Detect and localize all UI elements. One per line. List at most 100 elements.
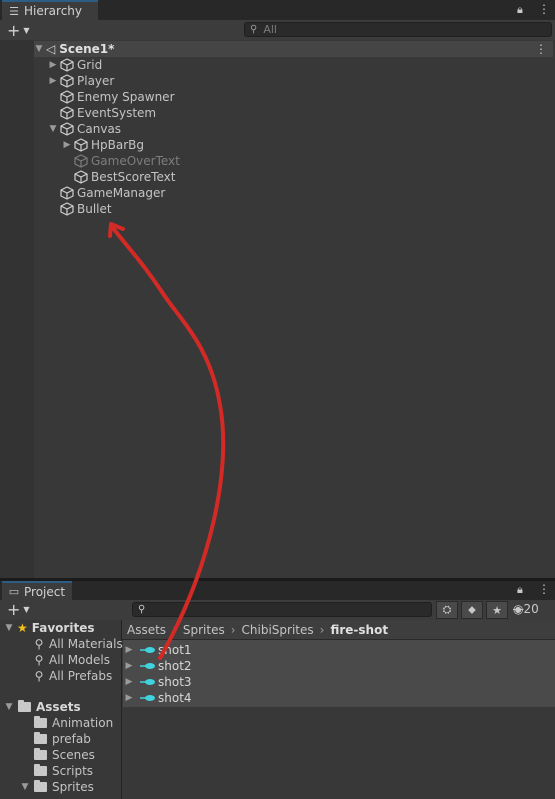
favorites-label: Favorites [31,621,95,635]
asset-folder-item[interactable]: prefab [20,731,91,747]
hierarchy-item-label: HpBarBg [91,138,145,152]
eye-slash-icon: ◉ [513,602,524,616]
lock-icon[interactable]: 🔒︎ [517,3,523,17]
gameobject-cube-icon [74,170,88,184]
hierarchy-item[interactable]: ▶ Grid [48,57,103,73]
scene-title: Scene1* [59,42,115,56]
favorites-collapse-arrow[interactable]: ▼ [4,623,14,633]
hierarchy-search-placeholder: All [263,23,277,36]
hierarchy-tab[interactable]: ☰ Hierarchy [2,0,98,20]
assets-header[interactable]: ▼ Assets [4,699,81,715]
hidden-packages-toggle[interactable]: ◉20 [513,602,539,616]
search-by-label-button[interactable]: ⬥ [461,601,483,619]
asset-folder-label: Animation [52,716,114,730]
gameobject-cube-icon [60,186,74,200]
assets-label: Assets [36,700,81,714]
more-options-icon[interactable]: ⋮ [538,2,550,16]
breadcrumb-chibisprites[interactable]: ChibiSprites [242,623,314,637]
expand-arrow-icon[interactable]: ▶ [62,140,72,150]
hierarchy-item[interactable]: GameManager [48,185,165,201]
gameobject-cube-icon [60,58,74,72]
breadcrumb-sprites[interactable]: Sprites [183,623,225,637]
project-tab-strip [0,581,555,600]
expand-arrow-icon[interactable]: ▶ [48,76,58,86]
breadcrumb-separator-icon: › [172,622,177,637]
breadcrumb-fire-shot[interactable]: fire-shot [330,623,388,637]
hierarchy-search-input[interactable]: ⚲ All [244,22,552,37]
hierarchy-item-label: Player [77,74,115,88]
asset-folder-item[interactable]: Animation [20,715,113,731]
project-panel: ▭ Project 🔒︎ ⋮ + ▼ ⚲ ⛭ ⬥ ★ ◉20 ▼ ★ Favori… [0,581,555,799]
gameobject-cube-icon [60,106,74,120]
collapse-arrow-icon[interactable]: ▼ [48,124,58,134]
asset-folder-item[interactable]: Scripts [20,763,93,779]
hierarchy-item-label: BestScoreText [91,170,176,184]
project-tab[interactable]: ▭ Project [2,581,72,600]
asset-folder-item[interactable]: Scenes [20,747,95,763]
hierarchy-item[interactable]: EventSystem [48,105,156,121]
favorite-item[interactable]: ⚲ All Materials [32,636,123,652]
sprite-thumbnail-icon [140,663,155,669]
hierarchy-item[interactable]: Bullet [48,201,112,217]
asset-file-label: shot2 [158,659,192,673]
favorite-item[interactable]: ⚲ All Prefabs [32,668,113,684]
folder-icon [34,764,47,776]
asset-folder-label: Scenes [52,748,95,762]
collapse-arrow-icon[interactable]: ▼ [34,44,44,54]
gameobject-cube-icon [60,202,74,216]
search-icon: ⚲ [250,24,258,35]
hierarchy-item[interactable]: ▶ Player [48,73,115,89]
collapse-arrow-icon[interactable]: ▼ [20,782,30,792]
search-by-type-button[interactable]: ⛭ [436,601,458,619]
folder-icon [34,780,47,792]
hierarchy-item-label: Bullet [77,202,112,216]
gameobject-cube-icon [60,74,74,88]
breadcrumb-separator-icon: › [230,622,236,637]
asset-folder-label: Scripts [52,764,94,778]
expand-arrow-icon[interactable]: ▶ [124,661,134,671]
breadcrumb-assets[interactable]: Assets [127,623,166,637]
sprite-thumbnail-icon [140,695,155,701]
favorite-item[interactable]: ⚲ All Models [32,652,110,668]
hierarchy-item-label: EventSystem [77,106,157,120]
favorite-item-label: All Models [49,653,110,667]
asset-file-item[interactable]: ▶ shot3 [124,674,192,690]
project-tab-label: Project [24,584,66,599]
scene-header-row[interactable]: ▼ ◁ Scene1* ⋮ [34,41,553,57]
expand-arrow-icon[interactable]: ▶ [124,677,134,687]
favorites-header[interactable]: ▼ ★ Favorites [4,620,95,636]
create-asset-button[interactable]: + ▼ [7,600,30,619]
project-lock-icon[interactable]: 🔒︎ [517,583,523,597]
project-more-icon[interactable]: ⋮ [538,582,550,596]
hierarchy-item[interactable]: ▼ Canvas [48,121,122,137]
assets-collapse-arrow[interactable]: ▼ [4,702,14,712]
favorites-filter-button[interactable]: ★ [486,601,508,619]
hierarchy-item[interactable]: ▶ HpBarBg [62,137,144,153]
asset-file-item[interactable]: ▶ shot2 [124,658,192,674]
favorite-item-label: All Materials [49,637,123,651]
search-filter-icon: ⚲ [34,653,44,667]
hierarchy-list-icon: ☰ [9,4,19,18]
add-object-button[interactable]: + ▼ [7,21,30,40]
hierarchy-item-label: GameOverText [91,154,180,168]
hierarchy-panel: ☰ Hierarchy 🔒︎ ⋮ + ▼ ⚲ All ▼ ◁ Scene1* ⋮ … [0,0,555,580]
folder-icon [34,716,47,728]
asset-folder-item[interactable]: ▼ Sprites [20,779,94,795]
expand-arrow-icon[interactable]: ▶ [124,645,134,655]
hierarchy-item[interactable]: Enemy Spawner [48,89,175,105]
expand-arrow-icon[interactable]: ▶ [48,60,58,70]
asset-file-label: shot1 [158,643,192,657]
hierarchy-item[interactable]: GameOverText [62,153,180,169]
asset-file-item[interactable]: ▶ shot4 [124,690,192,706]
assets-folder-icon [18,700,31,712]
asset-file-item[interactable]: ▶ shot1 [124,642,192,658]
project-toolbar: + ▼ ⚲ ⛭ ⬥ ★ ◉20 [0,600,555,620]
hierarchy-item-label: Enemy Spawner [77,90,175,104]
star-icon: ★ [17,621,28,635]
hierarchy-item[interactable]: BestScoreText [62,169,175,185]
scene-options-icon[interactable]: ⋮ [535,42,547,56]
project-search-input[interactable]: ⚲ [132,602,432,617]
hierarchy-item-label: GameManager [77,186,166,200]
expand-arrow-icon[interactable]: ▶ [124,693,134,703]
sprite-thumbnail-icon [140,647,155,653]
